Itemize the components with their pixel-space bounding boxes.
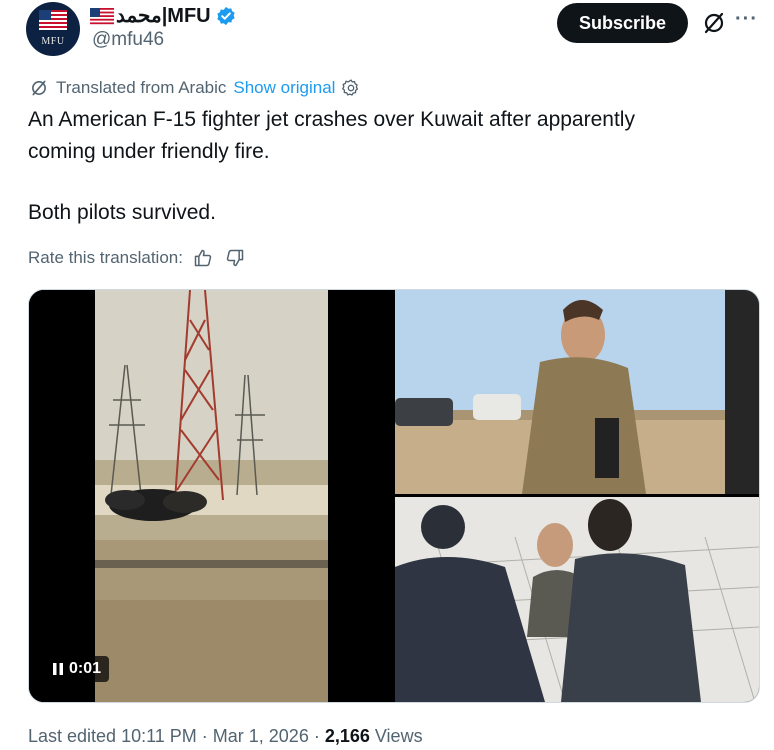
rate-translation: Rate this translation: [28,246,245,270]
avatar[interactable]: MFU [26,2,80,56]
avatar-label: MFU [41,36,65,47]
photo-soldier-image [395,290,759,494]
grok-icon[interactable] [703,12,725,34]
tweet-text-line-3: Both pilots survived. [28,201,216,224]
display-name[interactable]: محمد|MFU [116,4,211,28]
video-frame [29,290,392,702]
more-options-icon[interactable]: ··· [735,8,758,31]
media-grid: 0:01 [28,289,760,703]
verified-badge-icon [216,6,235,26]
video-time-badge: 0:01 [45,656,110,682]
subscribe-button[interactable]: Subscribe [557,3,688,43]
thumbs-up-icon[interactable] [193,248,213,268]
us-flag-emoji-icon [90,7,114,25]
us-flag-icon [39,10,67,30]
translation-info: Translated from Arabic Show original [30,77,361,99]
rate-translation-label: Rate this translation: [28,248,183,267]
translated-from-label: Translated from Arabic [56,78,227,97]
photo-soldier[interactable] [395,290,759,494]
tweet-meta: Last edited 10:11 PM · Mar 1, 2026 · 2,1… [28,724,423,748]
author-name-row[interactable]: محمد|MFU [90,4,236,28]
show-original-link[interactable]: Show original [233,78,335,98]
photo-detention[interactable] [395,497,759,702]
tweet-text-line-2: coming under friendly fire. [28,140,270,163]
grok-translate-icon [32,80,46,96]
video-player[interactable]: 0:01 [29,290,392,702]
edited-timestamp[interactable]: Last edited 10:11 PM · Mar 1, 2026 · [28,726,325,747]
pause-icon[interactable] [53,663,63,675]
tweet-text-line-1: An American F-15 fighter jet crashes ove… [28,108,635,131]
photo-detention-image [395,497,759,702]
views-count: 2,166 [324,725,370,746]
video-time: 0:01 [69,660,102,677]
thumbs-down-icon[interactable] [225,248,245,268]
views-label: Views [369,725,423,746]
author-handle[interactable]: @mfu46 [92,29,164,51]
gear-icon[interactable] [341,78,361,98]
